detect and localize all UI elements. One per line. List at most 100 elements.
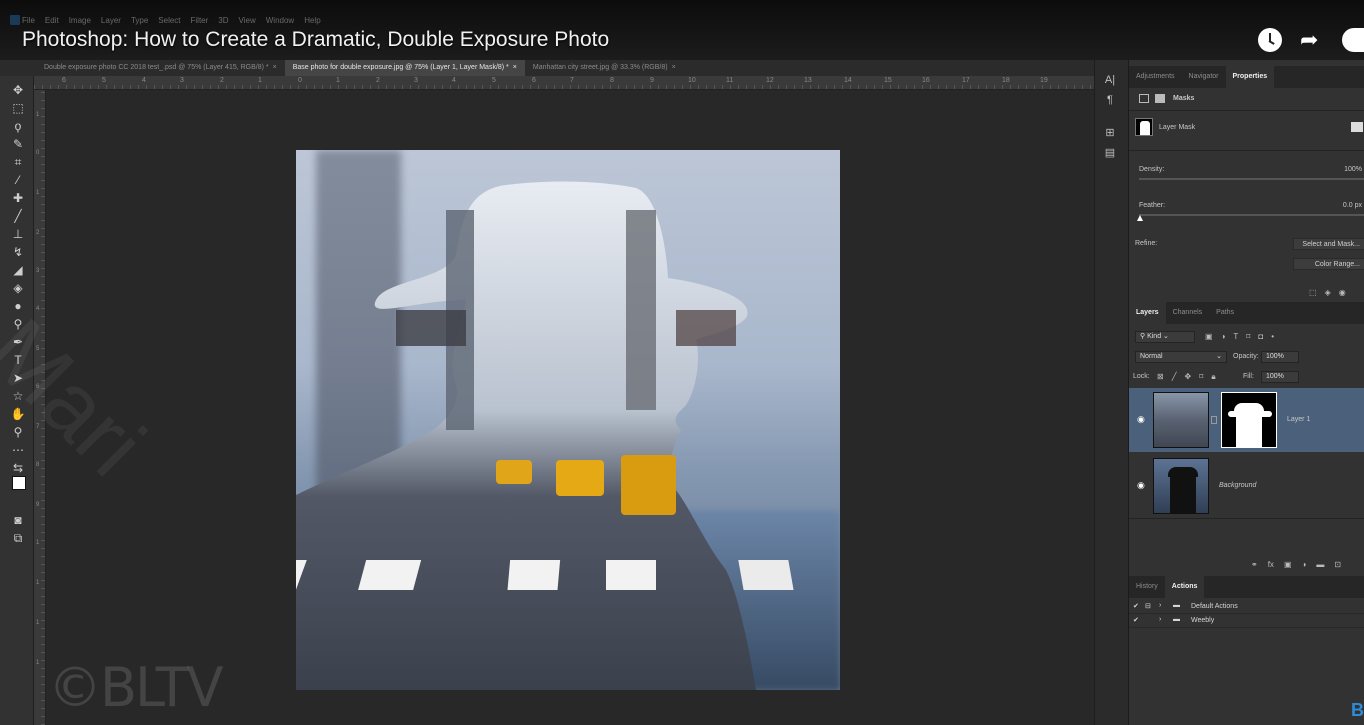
crop-tool-icon[interactable]: ⌗ xyxy=(10,154,26,170)
link-icon[interactable] xyxy=(1211,416,1217,424)
menu-3d[interactable]: 3D xyxy=(218,16,228,25)
layer-name[interactable]: Layer 1 xyxy=(1287,416,1310,423)
history-brush-tool-icon[interactable]: ↯ xyxy=(10,244,26,260)
apply-mask-icon[interactable]: ◈ xyxy=(1325,288,1331,297)
blend-mode-select[interactable]: Normal ⌄ xyxy=(1135,351,1227,363)
tab-double-exposure-psd[interactable]: Double exposure photo CC 2018 test_.psd … xyxy=(36,60,285,76)
new-group-icon[interactable]: ▬ xyxy=(1316,560,1324,569)
eraser-tool-icon[interactable]: ◢ xyxy=(10,262,26,278)
menu-select[interactable]: Select xyxy=(158,16,180,25)
menu-window[interactable]: Window xyxy=(266,16,294,25)
menu-layer[interactable]: Layer xyxy=(101,16,121,25)
menu-edit[interactable]: Edit xyxy=(45,16,59,25)
visibility-icon[interactable]: ◉ xyxy=(1339,288,1346,297)
color-range-button[interactable]: Color Range... xyxy=(1293,258,1364,270)
menu-type[interactable]: Type xyxy=(131,16,148,25)
new-layer-icon[interactable]: ⊡ xyxy=(1334,560,1341,569)
menu-file[interactable]: File xyxy=(22,16,35,25)
tab-history[interactable]: History xyxy=(1129,576,1165,598)
brush-tool-icon[interactable]: ╱ xyxy=(10,208,26,224)
eye-icon[interactable]: ◉ xyxy=(1137,414,1145,425)
check-icon[interactable]: ✔ xyxy=(1133,616,1139,624)
quick-select-tool-icon[interactable]: ✎ xyxy=(10,136,26,152)
lock-transparent-icon[interactable]: ⊠ xyxy=(1157,372,1164,382)
lock-all-icon[interactable]: 🔒︎ xyxy=(1211,372,1215,382)
channel-avatar-icon[interactable] xyxy=(1342,28,1364,52)
layer-name[interactable]: Background xyxy=(1219,482,1256,489)
document-image[interactable] xyxy=(296,150,840,690)
tab-manhattan-street[interactable]: Manhattan city street.jpg @ 33.3% (RGB/8… xyxy=(525,60,684,76)
tab-adjustments[interactable]: Adjustments xyxy=(1129,66,1182,88)
share-icon[interactable]: ➦ xyxy=(1300,28,1324,52)
paragraph-panel-icon[interactable]: ¶ xyxy=(1103,94,1117,106)
dialog-toggle-icon[interactable]: ⊟ xyxy=(1145,602,1151,610)
layer-mask-thumbnail[interactable] xyxy=(1221,392,1277,448)
tab-base-photo[interactable]: Base photo for double exposure.jpg @ 75%… xyxy=(284,60,525,76)
density-value[interactable]: 100% xyxy=(1344,166,1362,173)
more-tools-icon[interactable]: ⋯ xyxy=(10,442,26,458)
menu-image[interactable]: Image xyxy=(69,16,91,25)
shape-filter-icon[interactable]: ⌑ xyxy=(1246,332,1250,341)
marquee-tool-icon[interactable]: ⬚ xyxy=(10,100,26,116)
chevron-right-icon[interactable]: › xyxy=(1159,602,1161,609)
menu-help[interactable]: Help xyxy=(304,16,320,25)
character-panel-icon[interactable]: A| xyxy=(1103,74,1117,86)
tab-layers[interactable]: Layers xyxy=(1129,302,1166,324)
adjustment-layer-icon[interactable]: ◑ xyxy=(1302,560,1307,569)
layer-row-layer-1[interactable]: ◉ Layer 1 xyxy=(1129,388,1364,452)
vector-mask-icon[interactable] xyxy=(1155,94,1165,103)
tab-navigator[interactable]: Navigator xyxy=(1182,66,1226,88)
check-icon[interactable]: ✔ xyxy=(1133,602,1139,610)
foreground-color-swatch[interactable] xyxy=(12,476,26,490)
opacity-input[interactable]: 100% xyxy=(1261,351,1299,363)
layer-filter-select[interactable]: ⚲ Kind ⌄ xyxy=(1135,331,1195,343)
screen-mode-icon[interactable]: ⧉ xyxy=(10,530,26,546)
pixel-mask-icon[interactable] xyxy=(1139,94,1149,103)
lock-position-icon[interactable]: ✥ xyxy=(1185,372,1192,382)
pixel-filter-icon[interactable]: ▣ xyxy=(1205,332,1213,341)
tab-actions[interactable]: Actions xyxy=(1164,576,1205,598)
watch-later-icon[interactable] xyxy=(1258,28,1282,52)
lasso-tool-icon[interactable]: ϙ xyxy=(10,118,26,134)
tab-paths[interactable]: Paths xyxy=(1209,302,1241,324)
add-mask-icon[interactable] xyxy=(1351,122,1363,132)
fx-icon[interactable]: fx xyxy=(1268,560,1274,569)
healing-tool-icon[interactable]: ✚ xyxy=(10,190,26,206)
link-layers-icon[interactable]: ⚭ xyxy=(1251,560,1258,569)
type-filter-icon[interactable]: T xyxy=(1233,332,1238,341)
lock-image-icon[interactable]: ╱ xyxy=(1172,372,1177,382)
chevron-right-icon[interactable]: › xyxy=(1159,616,1161,623)
action-set-default[interactable]: ✔ ⊟ › ▬ Default Actions xyxy=(1129,600,1364,614)
load-selection-icon[interactable]: ⬚ xyxy=(1309,288,1317,297)
feather-value[interactable]: 0.0 px xyxy=(1343,202,1362,209)
tab-properties[interactable]: Properties xyxy=(1225,66,1275,88)
feather-slider[interactable] xyxy=(1139,214,1364,216)
move-tool-icon[interactable]: ✥ xyxy=(10,82,26,98)
gradient-tool-icon[interactable]: ◈ xyxy=(10,280,26,296)
select-and-mask-button[interactable]: Select and Mask... xyxy=(1293,238,1364,250)
eye-icon[interactable]: ◉ xyxy=(1137,480,1145,491)
action-set-weebly[interactable]: ✔ › ▬ Weebly xyxy=(1129,614,1364,628)
density-slider[interactable] xyxy=(1139,178,1364,180)
blur-tool-icon[interactable]: ● xyxy=(10,298,26,314)
lock-artboard-icon[interactable]: ⌑ xyxy=(1199,372,1203,382)
eyedropper-tool-icon[interactable]: ⁄ xyxy=(10,172,26,188)
quick-mask-icon[interactable]: ◙ xyxy=(10,512,26,528)
close-icon[interactable]: × xyxy=(273,64,277,71)
feather-slider-handle[interactable] xyxy=(1137,215,1143,221)
close-icon[interactable]: × xyxy=(513,64,517,71)
swap-colors-icon[interactable]: ⇆ xyxy=(10,460,26,476)
filter-toggle-icon[interactable]: • xyxy=(1271,332,1274,341)
tab-channels[interactable]: Channels xyxy=(1166,302,1210,324)
adjustment-filter-icon[interactable]: ◑ xyxy=(1221,332,1226,341)
libraries-panel-icon[interactable]: ⊞ xyxy=(1103,126,1117,139)
menu-view[interactable]: View xyxy=(239,16,256,25)
stamp-tool-icon[interactable]: ⊥ xyxy=(10,226,26,242)
add-layer-mask-icon[interactable]: ▣ xyxy=(1284,560,1292,569)
notes-panel-icon[interactable]: ▤ xyxy=(1103,146,1117,159)
smart-object-filter-icon[interactable]: ◘ xyxy=(1258,332,1263,341)
layer-row-background[interactable]: ◉ Background xyxy=(1129,454,1364,518)
fill-input[interactable]: 100% xyxy=(1261,371,1299,383)
menu-filter[interactable]: Filter xyxy=(191,16,209,25)
close-icon[interactable]: × xyxy=(672,64,676,71)
